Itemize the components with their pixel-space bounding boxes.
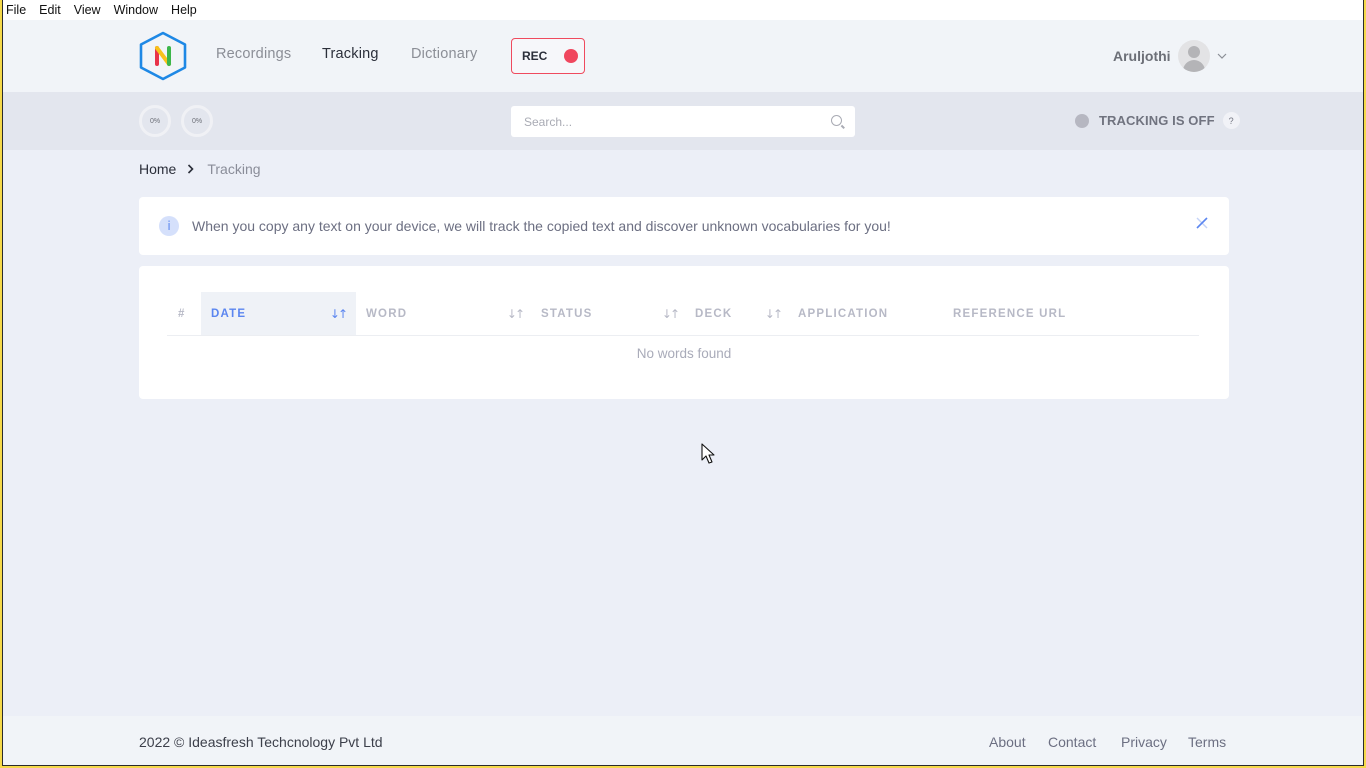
- column-header-deck[interactable]: DECK ↓↑: [683, 292, 786, 335]
- breadcrumb: Home Tracking: [139, 161, 261, 177]
- avatar: [1177, 40, 1210, 72]
- progress-label-1: 0%: [149, 117, 161, 125]
- tracking-table: # DATE ↓↑ WORD ↓↑ STATUS ↓↑ DECK ↓↑ APPL…: [139, 266, 1229, 399]
- column-header-date[interactable]: DATE ↓↑: [201, 292, 356, 335]
- column-header-application: APPLICATION: [798, 307, 889, 320]
- alert-message: When you copy any text on your device, w…: [192, 218, 891, 234]
- sort-icon[interactable]: ↓↑: [662, 307, 680, 321]
- sort-icon[interactable]: ↓↑: [765, 307, 783, 321]
- footer: 2022 © Ideasfresh Techcnology Pvt Ltd Ab…: [3, 716, 1363, 765]
- nav-recordings[interactable]: Recordings: [216, 46, 291, 62]
- footer-link-terms[interactable]: Terms: [1188, 734, 1226, 750]
- column-header-reference-url: REFERENCE URL: [953, 307, 1067, 320]
- chevron-right-icon: [187, 162, 194, 177]
- footer-link-contact[interactable]: Contact: [1048, 734, 1096, 750]
- tracking-toggle-dot-icon[interactable]: [1075, 113, 1089, 128]
- breadcrumb-home[interactable]: Home: [139, 161, 176, 177]
- app-window: File Edit View Window Help Recordings Tr…: [2, 0, 1364, 766]
- copyright-text: 2022 © Ideasfresh Techcnology Pvt Ltd: [139, 734, 383, 750]
- progress-circle-1: 0%: [139, 105, 171, 137]
- sort-icon[interactable]: ↓↑: [507, 307, 525, 321]
- info-alert: i When you copy any text on your device,…: [139, 197, 1229, 255]
- mouse-cursor-icon: [701, 443, 715, 464]
- user-menu[interactable]: Aruljothi: [1113, 40, 1227, 72]
- progress-label-2: 0%: [191, 117, 203, 125]
- footer-link-privacy[interactable]: Privacy: [1121, 734, 1167, 750]
- info-icon: i: [159, 216, 179, 236]
- tracking-status: TRACKING IS OFF ?: [1075, 112, 1240, 129]
- app-logo[interactable]: [137, 31, 189, 81]
- table-header: # DATE ↓↑ WORD ↓↑ STATUS ↓↑ DECK ↓↑ APPL…: [167, 292, 1199, 336]
- top-navigation: Recordings Tracking Dictionary REC Arulj…: [3, 20, 1363, 92]
- help-icon[interactable]: ?: [1222, 112, 1240, 129]
- footer-link-about[interactable]: About: [989, 734, 1026, 750]
- menu-window[interactable]: Window: [114, 3, 158, 17]
- menubar: File Edit View Window Help: [3, 0, 1363, 20]
- column-header-status[interactable]: STATUS ↓↑: [528, 292, 683, 335]
- search-icon[interactable]: [831, 115, 842, 126]
- status-bar: 0% 0% TRACKING IS OFF ?: [3, 92, 1363, 150]
- record-dot-icon: [564, 49, 579, 63]
- progress-circle-2: 0%: [181, 105, 213, 137]
- user-name: Aruljothi: [1113, 48, 1171, 64]
- breadcrumb-current: Tracking: [207, 161, 261, 177]
- menu-help[interactable]: Help: [171, 3, 197, 17]
- menu-edit[interactable]: Edit: [39, 3, 61, 17]
- nav-tracking[interactable]: Tracking: [322, 46, 379, 62]
- tracking-status-text: TRACKING IS OFF: [1099, 113, 1215, 128]
- chevron-down-icon: [1217, 51, 1227, 62]
- record-button[interactable]: REC: [511, 38, 585, 74]
- menu-view[interactable]: View: [74, 3, 101, 17]
- column-header-index: #: [178, 307, 186, 320]
- sort-icon[interactable]: ↓↑: [330, 307, 348, 321]
- record-label: REC: [522, 49, 548, 63]
- menu-file[interactable]: File: [6, 3, 26, 17]
- empty-state-message: No words found: [636, 346, 732, 361]
- column-header-word[interactable]: WORD ↓↑: [356, 292, 528, 335]
- close-icon[interactable]: [1195, 216, 1209, 230]
- search-box: [511, 106, 855, 137]
- search-input[interactable]: [511, 106, 855, 137]
- nav-dictionary[interactable]: Dictionary: [411, 46, 477, 62]
